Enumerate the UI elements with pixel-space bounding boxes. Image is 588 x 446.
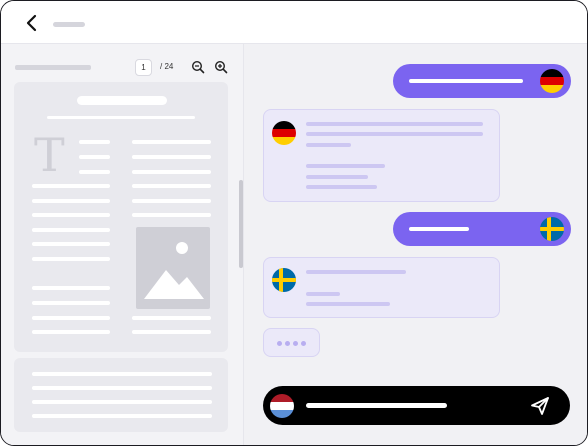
text-line <box>132 213 211 217</box>
message-input-bar[interactable] <box>263 386 570 425</box>
image-icon <box>136 227 210 309</box>
text-line <box>32 316 110 320</box>
top-bar <box>1 1 587 44</box>
text-line <box>32 372 212 376</box>
text-line <box>132 316 211 320</box>
outgoing-message[interactable] <box>393 212 571 246</box>
netherlands-flag-icon[interactable] <box>270 394 294 418</box>
text-line <box>132 184 211 188</box>
document-subtitle-placeholder <box>47 116 195 119</box>
document-page: T <box>14 82 228 352</box>
typing-dot <box>293 341 298 346</box>
chat-pane <box>244 44 587 445</box>
message-text-placeholder <box>306 122 483 126</box>
document-name-placeholder <box>15 65 91 70</box>
chevron-left-icon[interactable] <box>23 14 41 32</box>
text-line <box>32 213 110 217</box>
message-text-placeholder <box>306 175 368 179</box>
message-text-placeholder <box>306 185 377 189</box>
text-line <box>32 400 212 404</box>
germany-flag-icon <box>272 121 296 145</box>
pane-resize-handle[interactable] <box>239 180 243 268</box>
text-line <box>132 170 211 174</box>
sweden-flag-icon <box>272 268 296 292</box>
page-total-label: / 24 <box>160 62 174 71</box>
document-viewer-pane: 1 / 24 T <box>1 44 244 445</box>
incoming-message[interactable] <box>263 257 500 318</box>
text-glyph: T <box>34 128 65 182</box>
document-title-placeholder <box>77 96 167 105</box>
message-text-placeholder <box>306 270 406 274</box>
text-line <box>79 155 110 159</box>
send-icon[interactable] <box>530 396 550 416</box>
typing-dot <box>277 341 282 346</box>
typing-dot <box>285 341 290 346</box>
text-line <box>132 330 211 334</box>
zoom-in-icon[interactable] <box>214 60 228 74</box>
typing-indicator <box>263 328 320 357</box>
sweden-flag-icon <box>540 217 564 241</box>
typing-dot <box>301 341 306 346</box>
text-line <box>79 140 110 144</box>
text-line <box>32 286 110 290</box>
message-text-placeholder <box>306 302 390 306</box>
text-line <box>132 140 211 144</box>
text-line <box>32 228 110 232</box>
text-line <box>32 184 110 188</box>
incoming-message[interactable] <box>263 109 500 202</box>
text-line <box>132 155 211 159</box>
message-text-placeholder <box>306 164 385 168</box>
text-line <box>32 242 110 246</box>
page-number-input[interactable]: 1 <box>135 59 152 76</box>
zoom-out-icon[interactable] <box>191 60 205 74</box>
message-text-placeholder <box>409 79 523 83</box>
message-text-placeholder <box>306 292 340 296</box>
text-line <box>32 414 212 418</box>
germany-flag-icon <box>540 69 564 93</box>
text-line <box>79 170 110 174</box>
outgoing-message[interactable] <box>393 64 571 98</box>
text-line <box>32 257 110 261</box>
text-line <box>32 330 110 334</box>
message-text-placeholder <box>306 143 351 147</box>
text-line <box>32 199 110 203</box>
header-title-placeholder <box>53 22 85 27</box>
message-text-placeholder <box>409 227 469 231</box>
text-line <box>32 301 110 305</box>
document-page <box>14 358 228 432</box>
text-line <box>32 386 212 390</box>
app-window: 1 / 24 T <box>0 0 588 446</box>
text-line <box>132 199 211 203</box>
message-input-field[interactable] <box>306 403 447 408</box>
message-text-placeholder <box>306 132 483 136</box>
